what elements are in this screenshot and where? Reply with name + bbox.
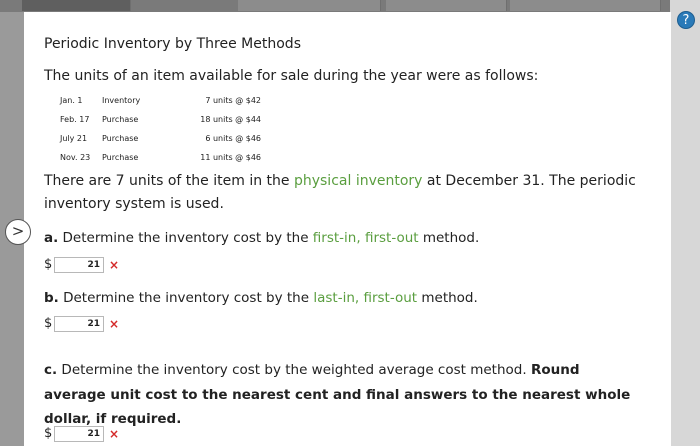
toolbar-tab[interactable] bbox=[238, 0, 381, 11]
row-type: Purchase bbox=[102, 134, 139, 143]
paragraph-text: There are 7 units of the item in the bbox=[44, 173, 294, 189]
fifo-link[interactable]: first-in, first-out bbox=[313, 230, 419, 246]
question-letter: b. bbox=[44, 290, 59, 306]
row-quantity: 11 units @ $46 bbox=[200, 153, 261, 162]
problem-intro: The units of an item available for sale … bbox=[44, 68, 539, 84]
question-text: Determine the inventory cost by the bbox=[58, 290, 314, 306]
row-date: Nov. 23 bbox=[60, 153, 91, 162]
dollar-sign: $ bbox=[44, 257, 53, 272]
question-text: Determine the inventory cost by the weig… bbox=[57, 362, 531, 378]
question-text: method. bbox=[418, 230, 480, 246]
question-b: b. Determine the inventory cost by the l… bbox=[44, 290, 478, 306]
toolbar-tab[interactable] bbox=[510, 0, 661, 11]
question-c: c. Determine the inventory cost by the w… bbox=[44, 358, 644, 432]
row-date: July 21 bbox=[60, 134, 88, 143]
right-sidebar bbox=[670, 0, 700, 446]
row-date: Feb. 17 bbox=[60, 115, 90, 124]
top-toolbar bbox=[0, 0, 700, 12]
answer-input-c[interactable]: 21 bbox=[54, 426, 104, 442]
dollar-sign: $ bbox=[44, 316, 53, 331]
answer-input-b[interactable]: 21 bbox=[54, 316, 104, 332]
question-panel: Periodic Inventory by Three Methods The … bbox=[24, 12, 671, 446]
question-text: Determine the inventory cost by the bbox=[58, 230, 313, 246]
question-letter: a. bbox=[44, 230, 59, 246]
row-quantity: 7 units @ $42 bbox=[205, 96, 261, 105]
problem-title: Periodic Inventory by Three Methods bbox=[44, 36, 301, 52]
row-type: Inventory bbox=[102, 96, 141, 105]
toolbar-tab[interactable] bbox=[22, 0, 131, 11]
row-quantity: 18 units @ $44 bbox=[200, 115, 261, 124]
row-type: Purchase bbox=[102, 115, 139, 124]
question-a: a. Determine the inventory cost by the f… bbox=[44, 230, 479, 246]
dollar-sign: $ bbox=[44, 426, 53, 441]
lifo-link[interactable]: last-in, first-out bbox=[313, 290, 417, 306]
row-date: Jan. 1 bbox=[60, 96, 83, 105]
help-icon[interactable]: ? bbox=[677, 11, 695, 29]
answer-input-a[interactable]: 21 bbox=[54, 257, 104, 273]
incorrect-icon: × bbox=[109, 427, 120, 441]
question-letter: c. bbox=[44, 362, 58, 378]
physical-inventory-link[interactable]: physical inventory bbox=[294, 173, 422, 189]
incorrect-icon: × bbox=[109, 258, 120, 272]
row-type: Purchase bbox=[102, 153, 139, 162]
chevron-right-icon[interactable]: > bbox=[5, 219, 31, 245]
toolbar-tab[interactable] bbox=[386, 0, 507, 11]
question-text: method. bbox=[417, 290, 478, 306]
incorrect-icon: × bbox=[109, 317, 120, 331]
problem-paragraph: There are 7 units of the item in the phy… bbox=[44, 170, 656, 216]
row-quantity: 6 units @ $46 bbox=[205, 134, 261, 143]
